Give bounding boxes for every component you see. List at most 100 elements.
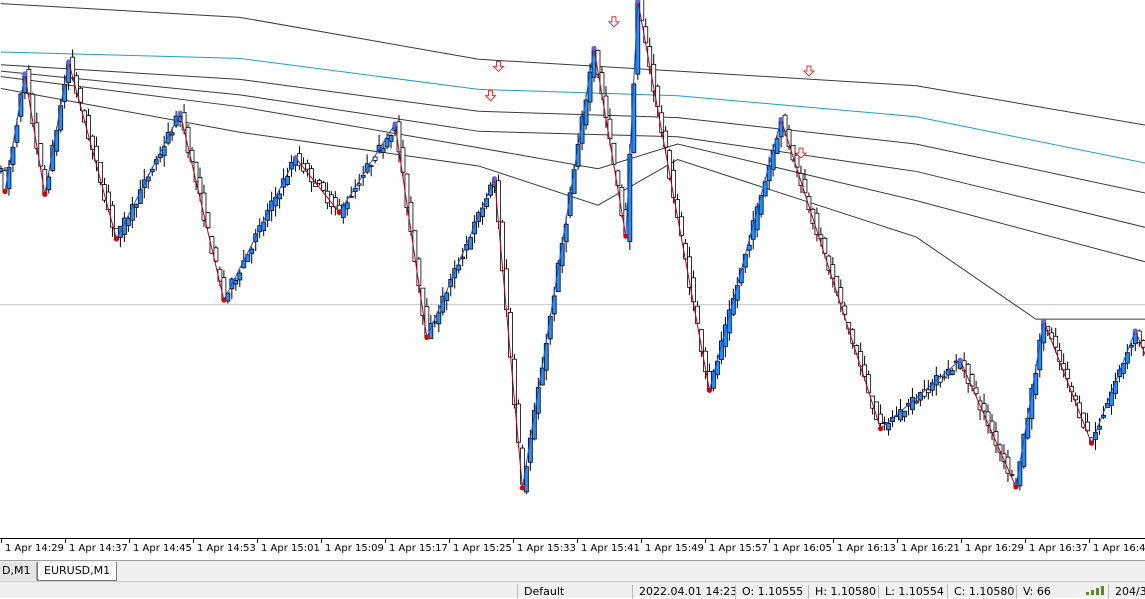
zigzag-low-dot (424, 334, 430, 340)
candle-bull (281, 178, 286, 188)
candle-bull (902, 410, 907, 418)
zigzag-high-dot (1132, 328, 1138, 334)
zigzag-segment (637, 0, 710, 391)
zigzag-low-dot (336, 209, 342, 216)
zigzag-low-dot (1013, 484, 1019, 490)
candle-bear (70, 56, 76, 79)
candle-bull (468, 237, 474, 250)
candle-bear (316, 180, 322, 184)
candle-bull (388, 134, 394, 142)
candle-bear (981, 403, 987, 412)
status-bar: Default 2022.04.01 14:23 O: 1.10555 H: 1… (0, 581, 1145, 599)
zigzag-segment (426, 178, 495, 338)
time-label: 1 Apr 16:05 (773, 543, 832, 554)
candle-bear (599, 72, 605, 95)
candle-bear (989, 420, 995, 433)
time-tick (1089, 539, 1090, 543)
candle-bull (344, 202, 350, 210)
zigzag-high-dot (66, 59, 72, 65)
status-datetime: 2022.04.01 14:23 (632, 585, 737, 599)
time-tick (641, 539, 642, 543)
status-traffic: 204/3 (1108, 585, 1145, 599)
down-arrow-icon (484, 90, 497, 102)
candle-bull (734, 285, 740, 301)
zigzag-segment (24, 73, 46, 195)
moving-average-6 (0, 87, 1145, 320)
zigzag-segment (1043, 320, 1092, 444)
time-label: 1 Apr 15:25 (453, 543, 512, 554)
time-tick (513, 539, 514, 543)
time-tick (193, 539, 194, 543)
candle-bear (320, 182, 326, 191)
candle-bull (715, 360, 720, 376)
time-label: 1 Apr 15:49 (645, 543, 704, 554)
candle-bear (941, 376, 947, 379)
time-tick (705, 539, 706, 543)
candle-bear (424, 306, 430, 338)
candle-bull (133, 204, 139, 208)
time-label: 1 Apr 14:45 (133, 543, 192, 554)
tab-chart-1[interactable]: D,M1 (0, 562, 38, 580)
zigzag-high-dot (177, 110, 183, 116)
moving-average-4 (0, 70, 1145, 228)
candle-bull (914, 400, 919, 404)
chart-tab-bar: D,M1 EURUSD,M1 (0, 560, 1145, 582)
candle-bear (878, 413, 883, 424)
zigzag-segment (223, 157, 296, 301)
candle-bear (925, 389, 931, 394)
candle-bull (249, 248, 255, 254)
down-arrow-icon (492, 60, 505, 73)
candle-bear (496, 180, 501, 223)
candle-bull (778, 119, 784, 138)
zigzag-high-dot (491, 176, 498, 182)
candle-bear (356, 183, 362, 186)
time-tick (833, 539, 834, 543)
zigzag-segment (115, 112, 181, 240)
zigzag-low-dot (42, 191, 48, 197)
zigzag-low-dot (877, 425, 884, 432)
time-tick (897, 539, 898, 543)
time-tick (385, 539, 386, 543)
candle-bear (42, 169, 48, 195)
time-tick (321, 539, 322, 543)
status-low: L: 1.10554 (878, 585, 944, 599)
zigzag-high-dot (1041, 318, 1047, 324)
candle-bull (277, 193, 283, 200)
zigzag-low-dot (113, 236, 120, 242)
time-label: 1 Apr 15:57 (709, 543, 768, 554)
time-label: 1 Apr 16:45 (1093, 543, 1145, 554)
candle-bull (237, 272, 243, 281)
time-axis: 1 Apr 14:29 1 Apr 14:37 1 Apr 14:45 1 Apr 1… (0, 538, 1145, 561)
zigzag-segment (295, 157, 340, 213)
candle-bull (587, 71, 593, 103)
zigzag-high-dot (292, 155, 299, 161)
candle-bear (181, 111, 187, 131)
candle-bear (611, 142, 617, 165)
candle-bear (695, 305, 700, 324)
candle-bull (886, 422, 891, 431)
zigzag-low-dot (2, 188, 8, 195)
moving-average-2 (0, 51, 1145, 164)
status-profile: Default (517, 585, 564, 599)
zigzag-segment (880, 359, 961, 429)
candle-bull (273, 197, 279, 207)
zigzag-low-dot (519, 485, 525, 491)
tab-eurusd-m1[interactable]: EURUSD,M1 (37, 562, 118, 581)
candle-bear (106, 191, 111, 210)
candle-bull (125, 217, 131, 227)
zigzag-segment (494, 178, 523, 488)
zigzag-segment (44, 61, 70, 195)
price-chart[interactable] (0, 0, 1145, 538)
chart-canvas[interactable] (0, 0, 1145, 538)
status-open: O: 1.10555 (735, 585, 803, 599)
zigzag-segment (780, 119, 882, 429)
time-tick (129, 539, 130, 543)
time-label: 1 Apr 14:37 (69, 543, 128, 554)
candle-bull (436, 312, 442, 325)
time-label: 1 Apr 16:37 (1029, 543, 1088, 554)
time-label: 1 Apr 16:13 (837, 543, 896, 554)
zigzag-high-dot (957, 357, 963, 363)
time-label: 1 Apr 16:29 (965, 543, 1024, 554)
candle-bear (408, 202, 414, 232)
candle-bear (603, 95, 609, 118)
